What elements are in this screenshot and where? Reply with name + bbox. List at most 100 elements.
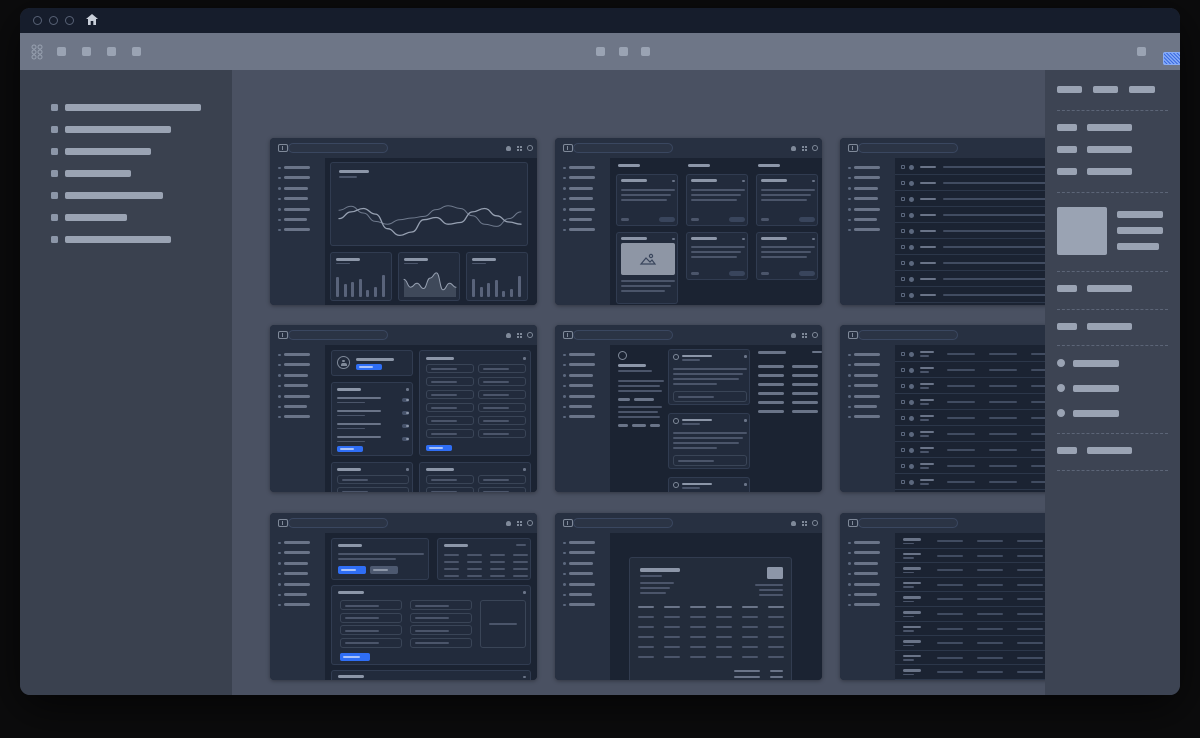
thumbnail-user-list[interactable] <box>840 138 1045 305</box>
thumbnail-report-table[interactable] <box>840 513 1045 680</box>
input-field[interactable] <box>410 625 472 635</box>
sidebar-toggle-icon[interactable] <box>278 519 288 527</box>
thumbnail-form-page[interactable] <box>270 513 537 680</box>
input-field[interactable] <box>426 429 474 438</box>
search-input[interactable] <box>858 330 958 340</box>
thumbnail-settings-page[interactable] <box>270 325 537 492</box>
traffic-light-window-control-3[interactable] <box>65 16 74 25</box>
sidebar-toggle-icon[interactable] <box>848 331 858 339</box>
thumbnail-kanban-board[interactable] <box>555 138 822 305</box>
bell-icon[interactable] <box>791 521 796 526</box>
row-checkbox[interactable] <box>901 480 905 484</box>
input-field[interactable] <box>410 613 472 623</box>
input-field[interactable] <box>426 487 474 492</box>
kanban-card[interactable] <box>686 174 748 226</box>
report-row[interactable] <box>895 651 1045 666</box>
bell-icon[interactable] <box>791 333 796 338</box>
bell-icon[interactable] <box>506 521 511 526</box>
primary-button[interactable] <box>338 566 366 574</box>
sidebar-item[interactable] <box>44 188 224 202</box>
sidebar-toggle-icon[interactable] <box>563 144 573 152</box>
toolbar-center-tool-3-icon[interactable] <box>641 47 650 56</box>
search-input[interactable] <box>573 143 673 153</box>
avatar-icon[interactable] <box>527 332 533 338</box>
input-field[interactable] <box>478 364 526 373</box>
post-card[interactable] <box>668 477 750 492</box>
report-row[interactable] <box>895 534 1045 549</box>
sidebar-toggle-icon[interactable] <box>848 144 858 152</box>
apps-grid-icon[interactable] <box>802 146 804 148</box>
list-row[interactable] <box>895 159 1045 175</box>
list-row[interactable] <box>895 287 1045 303</box>
report-row[interactable] <box>895 665 1045 680</box>
row-checkbox[interactable] <box>901 245 905 249</box>
share-button[interactable] <box>1163 52 1180 65</box>
comment-input[interactable] <box>673 455 747 466</box>
bell-icon[interactable] <box>506 333 511 338</box>
input-field[interactable] <box>410 600 472 610</box>
avatar-icon[interactable] <box>812 520 818 526</box>
apps-grid-icon[interactable] <box>802 333 804 335</box>
apps-grid-icon[interactable] <box>517 333 519 335</box>
list-row[interactable] <box>895 255 1045 271</box>
row-checkbox[interactable] <box>901 197 905 201</box>
row-checkbox[interactable] <box>901 229 905 233</box>
sidebar-item[interactable] <box>44 166 224 180</box>
input-field[interactable] <box>426 390 474 399</box>
kanban-card[interactable] <box>616 174 678 226</box>
list-row[interactable] <box>895 175 1045 191</box>
input-field[interactable] <box>340 638 402 648</box>
apps-grid-icon[interactable] <box>517 521 519 523</box>
sidebar-item[interactable] <box>44 210 224 224</box>
profile-action-button[interactable] <box>356 364 382 370</box>
list-row[interactable] <box>895 191 1045 207</box>
report-row[interactable] <box>895 622 1045 637</box>
row-checkbox[interactable] <box>901 464 905 468</box>
report-row[interactable] <box>895 636 1045 651</box>
input-field[interactable] <box>478 377 526 386</box>
toggle-switch[interactable] <box>402 437 409 441</box>
submit-button[interactable] <box>426 445 452 451</box>
avatar-icon[interactable] <box>812 145 818 151</box>
traffic-light-window-control-1[interactable] <box>33 16 42 25</box>
list-row[interactable] <box>895 271 1045 287</box>
table-row[interactable] <box>895 474 1045 490</box>
report-row[interactable] <box>895 592 1045 607</box>
report-row[interactable] <box>895 607 1045 622</box>
apps-grid-icon[interactable] <box>517 146 519 148</box>
row-checkbox[interactable] <box>901 261 905 265</box>
thumbnail-analytics-dashboard[interactable] <box>270 138 537 305</box>
search-input[interactable] <box>573 518 673 528</box>
input-field[interactable] <box>426 403 474 412</box>
kanban-card[interactable] <box>756 174 818 226</box>
table-row[interactable] <box>895 442 1045 458</box>
row-checkbox[interactable] <box>901 165 905 169</box>
table-row[interactable] <box>895 362 1045 378</box>
apps-grid-icon[interactable] <box>802 521 804 523</box>
sidebar-item[interactable] <box>44 100 224 114</box>
post-card[interactable] <box>668 413 750 469</box>
input-field[interactable] <box>478 416 526 425</box>
thumbnail-data-table[interactable] <box>840 325 1045 492</box>
report-row[interactable] <box>895 563 1045 578</box>
input-field[interactable] <box>478 429 526 438</box>
sidebar-toggle-icon[interactable] <box>278 331 288 339</box>
sidebar-toggle-icon[interactable] <box>563 519 573 527</box>
table-row[interactable] <box>895 458 1045 474</box>
sidebar-toggle-icon[interactable] <box>278 144 288 152</box>
search-input[interactable] <box>288 518 388 528</box>
home-icon[interactable] <box>86 14 98 25</box>
secondary-button[interactable] <box>370 566 398 574</box>
textarea-field[interactable] <box>480 600 526 648</box>
row-checkbox[interactable] <box>901 181 905 185</box>
row-checkbox[interactable] <box>901 384 905 388</box>
toolbar-left-tool-1-icon[interactable] <box>57 47 66 56</box>
sidebar-toggle-icon[interactable] <box>848 519 858 527</box>
search-input[interactable] <box>288 143 388 153</box>
sidebar-item[interactable] <box>44 122 224 136</box>
search-input[interactable] <box>288 330 388 340</box>
row-checkbox[interactable] <box>901 293 905 297</box>
toggle-switch[interactable] <box>402 424 409 428</box>
row-checkbox[interactable] <box>901 213 905 217</box>
kanban-card[interactable] <box>686 232 748 280</box>
